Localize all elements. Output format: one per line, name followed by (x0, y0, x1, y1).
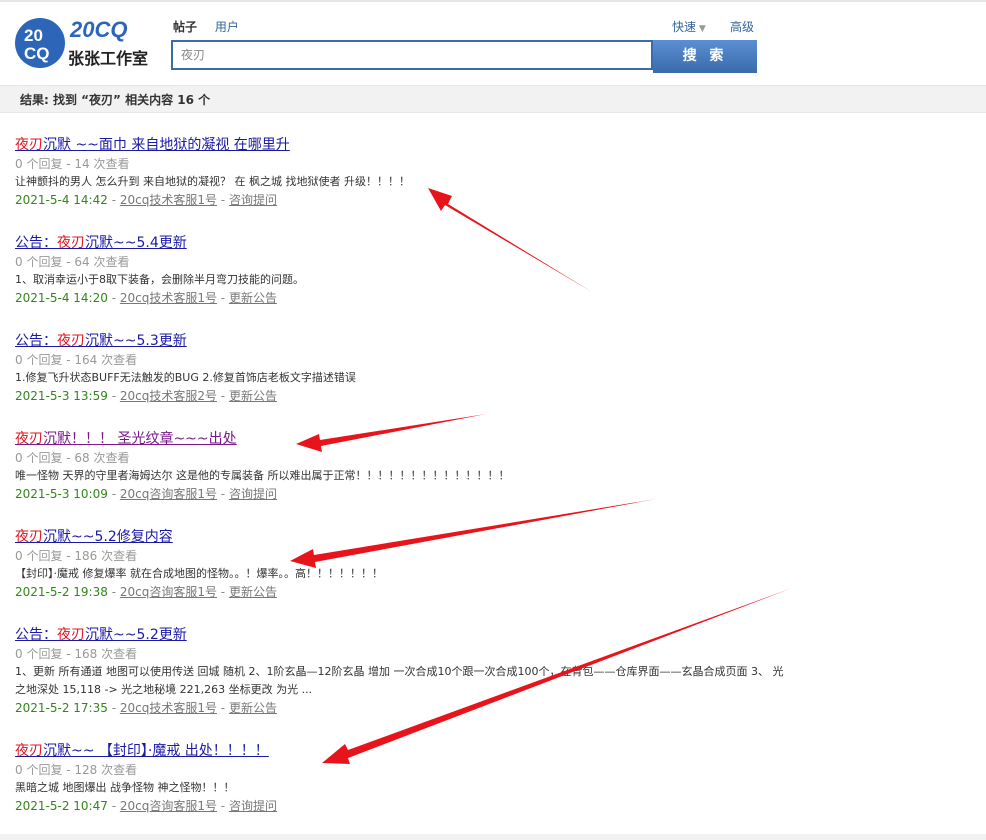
result-item: 夜刃沉默~~ 【封印】·魔戒 出处！！！！ 0 个回复 - 128 次查看 黑暗… (15, 741, 815, 815)
result-category-link[interactable]: 咨询提问 (229, 799, 277, 813)
result-item: 公告：夜刃沉默~~5.2更新 0 个回复 - 168 次查看 1、更新 所有通道… (15, 625, 785, 717)
result-meta: 0 个回复 - 64 次查看 (15, 255, 130, 269)
result-category-link[interactable]: 更新公告 (229, 701, 277, 715)
result-author-link[interactable]: 20cq咨询客服1号 (120, 585, 217, 599)
svg-text:20: 20 (24, 26, 43, 45)
result-category-link[interactable]: 更新公告 (229, 585, 277, 599)
studio-logo[interactable]: 20 CQ 20CQ 张张工作室 (14, 17, 154, 69)
search-input[interactable]: 夜刃 (171, 40, 653, 70)
result-footer: 2021-5-3 13:59 - 20cq技术客服2号 - 更新公告 (15, 389, 277, 403)
advanced-search-link[interactable]: 高级 (730, 18, 754, 35)
result-category-link[interactable]: 咨询提问 (229, 487, 277, 501)
result-author-link[interactable]: 20cq咨询客服1号 (120, 487, 217, 501)
result-desc: 1、取消幸运小于8取下装备，会删除半月弯刀技能的问题。 (15, 273, 304, 286)
result-item: 公告：夜刃沉默~~5.3更新 0 个回复 - 164 次查看 1.修复飞升状态B… (15, 331, 815, 405)
result-desc: 【封印】·魔戒 修复爆率 就在合成地图的怪物。。！爆率。。高！！！！！！！ (15, 567, 383, 580)
quick-search-link[interactable]: 快速 (672, 20, 696, 34)
result-meta: 0 个回复 - 14 次查看 (15, 157, 130, 171)
search-button[interactable]: 搜 索 (653, 40, 757, 73)
result-date: 2021-5-3 13:59 (15, 389, 108, 403)
result-author-link[interactable]: 20cq技术客服1号 (120, 701, 217, 715)
result-meta: 0 个回复 - 164 次查看 (15, 353, 138, 367)
result-desc: 黑暗之城 地图爆出 战争怪物 神之怪物！！！ (15, 781, 235, 794)
result-title-link[interactable]: 夜刃沉默！！！ 圣光纹章~~~出处 (15, 429, 237, 449)
result-category-link[interactable]: 咨询提问 (229, 193, 277, 207)
result-title-link[interactable]: 公告：夜刃沉默~~5.4更新 (15, 233, 187, 253)
result-item: 夜刃沉默 ~~面巾 来自地狱的凝视 在哪里升 0 个回复 - 14 次查看 让神… (15, 135, 815, 209)
result-date: 2021-5-4 14:20 (15, 291, 108, 305)
tab-users[interactable]: 用户 (215, 20, 239, 34)
result-desc: 唯一怪物 天界的守里者海姆达尔 这是他的专属装备 所以难出属于正常！！！！！！！… (15, 469, 510, 482)
result-desc: 1、更新 所有通道 地图可以使用传送 回城 随机 2、1阶玄晶—12阶玄晶 增加… (15, 665, 784, 696)
result-author-link[interactable]: 20cq技术客服1号 (120, 193, 217, 207)
result-category-link[interactable]: 更新公告 (229, 291, 277, 305)
result-summary: 结果: 找到 “夜刃” 相关内容 16 个 (0, 85, 986, 113)
result-title-link[interactable]: 夜刃沉默~~5.2修复内容 (15, 527, 173, 547)
result-meta: 0 个回复 - 186 次查看 (15, 549, 138, 563)
result-date: 2021-5-2 17:35 (15, 701, 108, 715)
result-desc: 让神颤抖的男人 怎么升到 来自地狱的凝视？ 在 枫之城 找地狱使者 升级！！！！ (15, 175, 410, 188)
result-footer: 2021-5-2 17:35 - 20cq技术客服1号 - 更新公告 (15, 701, 277, 715)
result-author-link[interactable]: 20cq技术客服1号 (120, 291, 217, 305)
result-title-link[interactable]: 公告：夜刃沉默~~5.2更新 (15, 625, 187, 645)
result-footer: 2021-5-2 19:38 - 20cq咨询客服1号 - 更新公告 (15, 585, 277, 599)
result-item: 公告：夜刃沉默~~5.4更新 0 个回复 - 64 次查看 1、取消幸运小于8取… (15, 233, 815, 307)
top-border (0, 0, 986, 2)
svg-text:CQ: CQ (24, 44, 50, 63)
result-author-link[interactable]: 20cq咨询客服1号 (120, 799, 217, 813)
chevron-down-icon: ▼ (696, 24, 706, 34)
result-meta: 0 个回复 - 68 次查看 (15, 451, 130, 465)
result-date: 2021-5-2 10:47 (15, 799, 108, 813)
result-author-link[interactable]: 20cq技术客服2号 (120, 389, 217, 403)
result-meta: 0 个回复 - 168 次查看 (15, 647, 138, 661)
logo-name: 张张工作室 (68, 49, 148, 68)
result-meta: 0 个回复 - 128 次查看 (15, 763, 138, 777)
result-title-link[interactable]: 夜刃沉默 ~~面巾 来自地狱的凝视 在哪里升 (15, 135, 290, 155)
result-title-link[interactable]: 公告：夜刃沉默~~5.3更新 (15, 331, 187, 351)
logo-mark: 20CQ (69, 17, 127, 42)
result-item: 夜刃沉默~~5.2修复内容 0 个回复 - 186 次查看 【封印】·魔戒 修复… (15, 527, 815, 601)
result-footer: 2021-5-2 10:47 - 20cq咨询客服1号 - 咨询提问 (15, 799, 277, 813)
result-category-link[interactable]: 更新公告 (229, 389, 277, 403)
result-footer: 2021-5-4 14:20 - 20cq技术客服1号 - 更新公告 (15, 291, 277, 305)
search-tabs: 帖子 用户 (173, 18, 253, 35)
result-date: 2021-5-2 19:38 (15, 585, 108, 599)
result-desc: 1.修复飞升状态BUFF无法触发的BUG 2.修复首饰店老板文字描述错误 (15, 371, 356, 384)
result-date: 2021-5-3 10:09 (15, 487, 108, 501)
result-footer: 2021-5-3 10:09 - 20cq咨询客服1号 - 咨询提问 (15, 487, 277, 501)
result-date: 2021-5-4 14:42 (15, 193, 108, 207)
result-footer: 2021-5-4 14:42 - 20cq技术客服1号 - 咨询提问 (15, 193, 277, 207)
search-options: 快速 ▼ 高级 (672, 18, 758, 35)
result-item: 夜刃沉默！！！ 圣光纹章~~~出处 0 个回复 - 68 次查看 唯一怪物 天界… (15, 429, 815, 503)
result-title-link[interactable]: 夜刃沉默~~ 【封印】·魔戒 出处！！！！ (15, 741, 269, 761)
tab-posts[interactable]: 帖子 (173, 20, 197, 34)
bottom-border (0, 834, 986, 840)
